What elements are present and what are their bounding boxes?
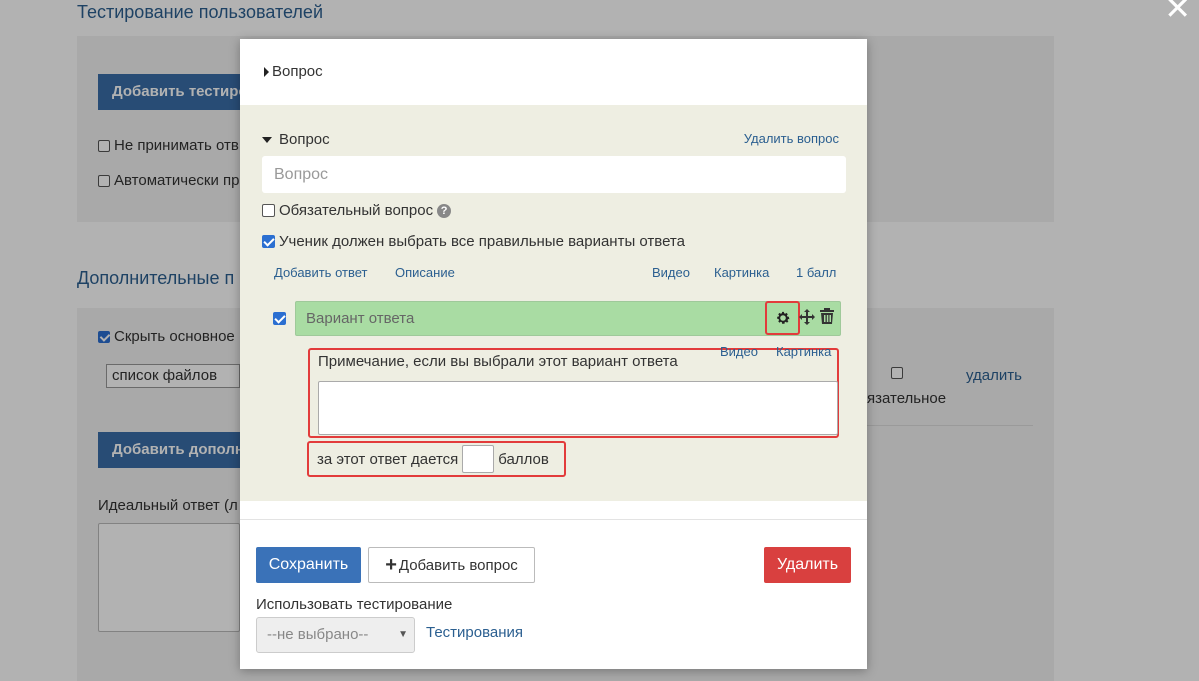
required-question-row[interactable]: Обязательный вопрос ?	[262, 202, 452, 219]
caret-right-icon	[264, 67, 269, 77]
question-panel: Вопрос Удалить вопрос Вопрос Обязательны…	[240, 105, 867, 501]
add-question-button[interactable]: + Добавить вопрос	[368, 547, 535, 583]
testing-link[interactable]: Тестирования	[426, 624, 523, 641]
move-icon[interactable]	[799, 309, 815, 325]
question-section-toggle[interactable]: Вопрос	[262, 131, 330, 148]
video-link[interactable]: Видео	[652, 265, 690, 280]
add-question-label: Добавить вопрос	[398, 556, 518, 574]
footer-divider	[240, 519, 867, 520]
question-section-label: Вопрос	[279, 131, 330, 148]
points-link[interactable]: 1 балл	[796, 265, 836, 280]
add-answer-link[interactable]: Добавить ответ	[274, 265, 367, 280]
answer-score-section: за этот ответ дается баллов	[307, 441, 566, 477]
plus-icon: +	[385, 554, 397, 576]
image-link[interactable]: Картинка	[714, 265, 769, 280]
answer-correct-checkbox[interactable]	[273, 312, 286, 325]
close-icon[interactable]: ✕	[1164, 0, 1191, 24]
score-prefix: за этот ответ дается	[317, 450, 459, 468]
description-link[interactable]: Описание	[395, 265, 455, 280]
note-image-link[interactable]: Картинка	[776, 344, 831, 359]
all-correct-checkbox[interactable]	[262, 235, 275, 248]
all-correct-row[interactable]: Ученик должен выбрать все правильные вар…	[262, 233, 685, 250]
save-button[interactable]: Сохранить	[256, 547, 361, 583]
all-correct-label: Ученик должен выбрать все правильные вар…	[279, 233, 685, 250]
testing-select[interactable]: --не выбрано-- ▼	[256, 617, 415, 653]
testing-select-value: --не выбрано--	[267, 626, 369, 643]
modal-header[interactable]: Вопрос	[240, 39, 867, 105]
trash-icon[interactable]	[820, 308, 834, 324]
note-textarea[interactable]	[318, 381, 838, 435]
required-question-label: Обязательный вопрос	[279, 202, 434, 219]
note-video-link[interactable]: Видео	[720, 344, 758, 359]
use-testing-label: Использовать тестирование	[256, 596, 453, 613]
required-question-checkbox[interactable]	[262, 204, 275, 217]
score-suffix: баллов	[498, 450, 549, 468]
delete-button[interactable]: Удалить	[764, 547, 851, 583]
modal-header-label: Вопрос	[272, 63, 323, 80]
note-label: Примечание, если вы выбрали этот вариант…	[318, 353, 678, 370]
caret-down-icon	[262, 136, 272, 143]
answer-note-section: Примечание, если вы выбрали этот вариант…	[308, 344, 839, 438]
chevron-down-icon: ▼	[398, 629, 408, 640]
gear-icon	[776, 311, 789, 324]
answer-settings-button[interactable]	[765, 301, 800, 335]
question-input[interactable]: Вопрос	[262, 156, 846, 193]
score-input[interactable]	[462, 445, 495, 473]
answer-input[interactable]: Вариант ответа	[295, 301, 841, 336]
help-icon[interactable]: ?	[437, 203, 452, 218]
delete-question-link[interactable]: Удалить вопрос	[744, 131, 839, 146]
question-modal: Вопрос Вопрос Удалить вопрос Вопрос Обяз…	[240, 39, 867, 669]
